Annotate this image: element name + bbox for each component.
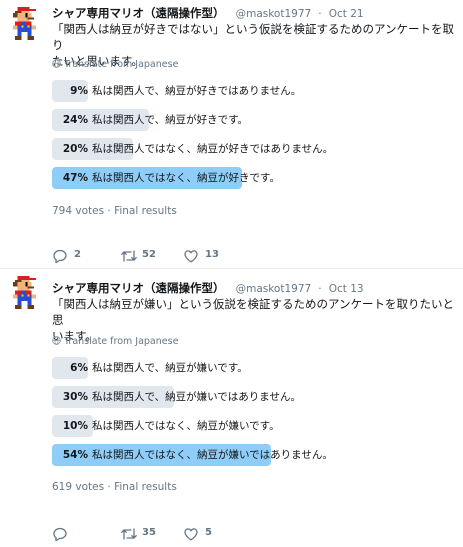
separator-dot: · (318, 8, 322, 20)
poll-label: 私は関西人で、納豆が嫌いです。 (92, 362, 248, 374)
avatar[interactable] (9, 276, 42, 309)
author-name[interactable]: シャア専用マリオ（遠隔操作型） (52, 281, 225, 295)
reply-icon (53, 527, 67, 542)
poll-percent: 9% (70, 85, 88, 97)
poll-option: 6% 私は関西人で、納豆が嫌いです。 (52, 357, 417, 379)
poll-option: 9% 私は関西人で、納豆が好きではありません。 (52, 80, 417, 102)
tweet-date[interactable]: Oct 13 (329, 283, 364, 295)
like-count: 13 (205, 249, 219, 260)
tweet-1[interactable]: シャア専用マリオ（遠隔操作型） @maskot1977 · Oct 21 「関西… (0, 0, 463, 268)
retweet-count: 35 (142, 527, 156, 538)
reply-icon (53, 249, 67, 264)
poll-percent: 47% (62, 172, 88, 184)
poll-label: 私は関西人ではなく、納豆が嫌いではありません。 (92, 449, 333, 461)
like-button[interactable]: 5 (183, 526, 233, 542)
retweet-count: 52 (142, 249, 156, 260)
author-name[interactable]: シャア専用マリオ（遠隔操作型） (52, 6, 225, 20)
poll-percent: 6% (70, 362, 88, 374)
reply-button[interactable]: 2 (52, 248, 92, 264)
poll-label: 私は関西人で、納豆が好きです。 (92, 114, 249, 126)
globe-icon (52, 59, 61, 68)
reply-button[interactable] (52, 526, 82, 542)
translate-label: Translate from Japanese (64, 59, 179, 70)
like-button[interactable]: 13 (183, 248, 233, 264)
poll-label: 私は関西人ではなく、納豆が嫌いです。 (92, 420, 280, 432)
author-handle[interactable]: @maskot1977 (236, 283, 312, 295)
poll-percent: 20% (62, 143, 88, 155)
like-count: 5 (205, 527, 212, 538)
poll-option: 10% 私は関西人ではなく、納豆が嫌いです。 (52, 415, 417, 437)
poll-option-winner: 54% 私は関西人ではなく、納豆が嫌いではありません。 (52, 444, 417, 466)
poll-label: 私は関西人ではなく、納豆が好きです。 (92, 172, 280, 184)
poll-percent: 24% (62, 114, 88, 126)
mario-avatar-icon (13, 276, 36, 309)
retweet-button[interactable]: 35 (120, 526, 170, 542)
globe-icon (52, 336, 61, 345)
poll-option: 20% 私は関西人ではなく、納豆が好きではありません。 (52, 138, 417, 160)
poll-label: 私は関西人ではなく、納豆が好きではありません。 (92, 143, 334, 155)
retweet-icon (121, 528, 137, 540)
author-handle[interactable]: @maskot1977 (236, 8, 312, 20)
avatar[interactable] (9, 7, 42, 40)
reply-count: 2 (74, 249, 81, 260)
poll-votes: 794 votes · Final results (52, 205, 177, 217)
like-icon (184, 528, 198, 541)
poll-label: 私は関西人で、納豆が好きではありません。 (92, 85, 302, 97)
poll-votes: 619 votes · Final results (52, 481, 177, 493)
poll-percent: 10% (62, 420, 88, 432)
translate-label: Translate from Japanese (64, 336, 179, 347)
tweet-text-line: 「関西人は納豆が嫌い」という仮説を検証するためのアンケートを取りたいと思 (52, 297, 455, 327)
tweet-date[interactable]: Oct 21 (329, 8, 364, 20)
translate-link[interactable]: Translate from Japanese (52, 335, 178, 349)
poll-option-winner: 47% 私は関西人ではなく、納豆が好きです。 (52, 167, 417, 189)
retweet-icon (121, 250, 137, 262)
tweet-2[interactable]: シャア専用マリオ（遠隔操作型） @maskot1977 · Oct 13 「関西… (0, 268, 463, 547)
tweet-text-line: 「関西人は納豆が好きではない」という仮説を検証するためのアンケートを取り (52, 22, 455, 52)
retweet-button[interactable]: 52 (120, 248, 170, 264)
tweet-header: シャア専用マリオ（遠隔操作型） @maskot1977 · Oct 21 (52, 3, 457, 21)
separator-dot: · (318, 283, 322, 295)
mario-avatar-icon (13, 7, 36, 40)
tweet-header: シャア専用マリオ（遠隔操作型） @maskot1977 · Oct 13 (52, 278, 457, 296)
like-icon (184, 250, 198, 263)
poll-label: 私は関西人で、納豆が嫌いではありません。 (92, 391, 301, 403)
translate-link[interactable]: Translate from Japanese (52, 58, 178, 72)
poll-percent: 30% (62, 391, 88, 403)
poll-option: 30% 私は関西人で、納豆が嫌いではありません。 (52, 386, 417, 408)
poll-percent: 54% (62, 449, 88, 461)
poll-option: 24% 私は関西人で、納豆が好きです。 (52, 109, 417, 131)
